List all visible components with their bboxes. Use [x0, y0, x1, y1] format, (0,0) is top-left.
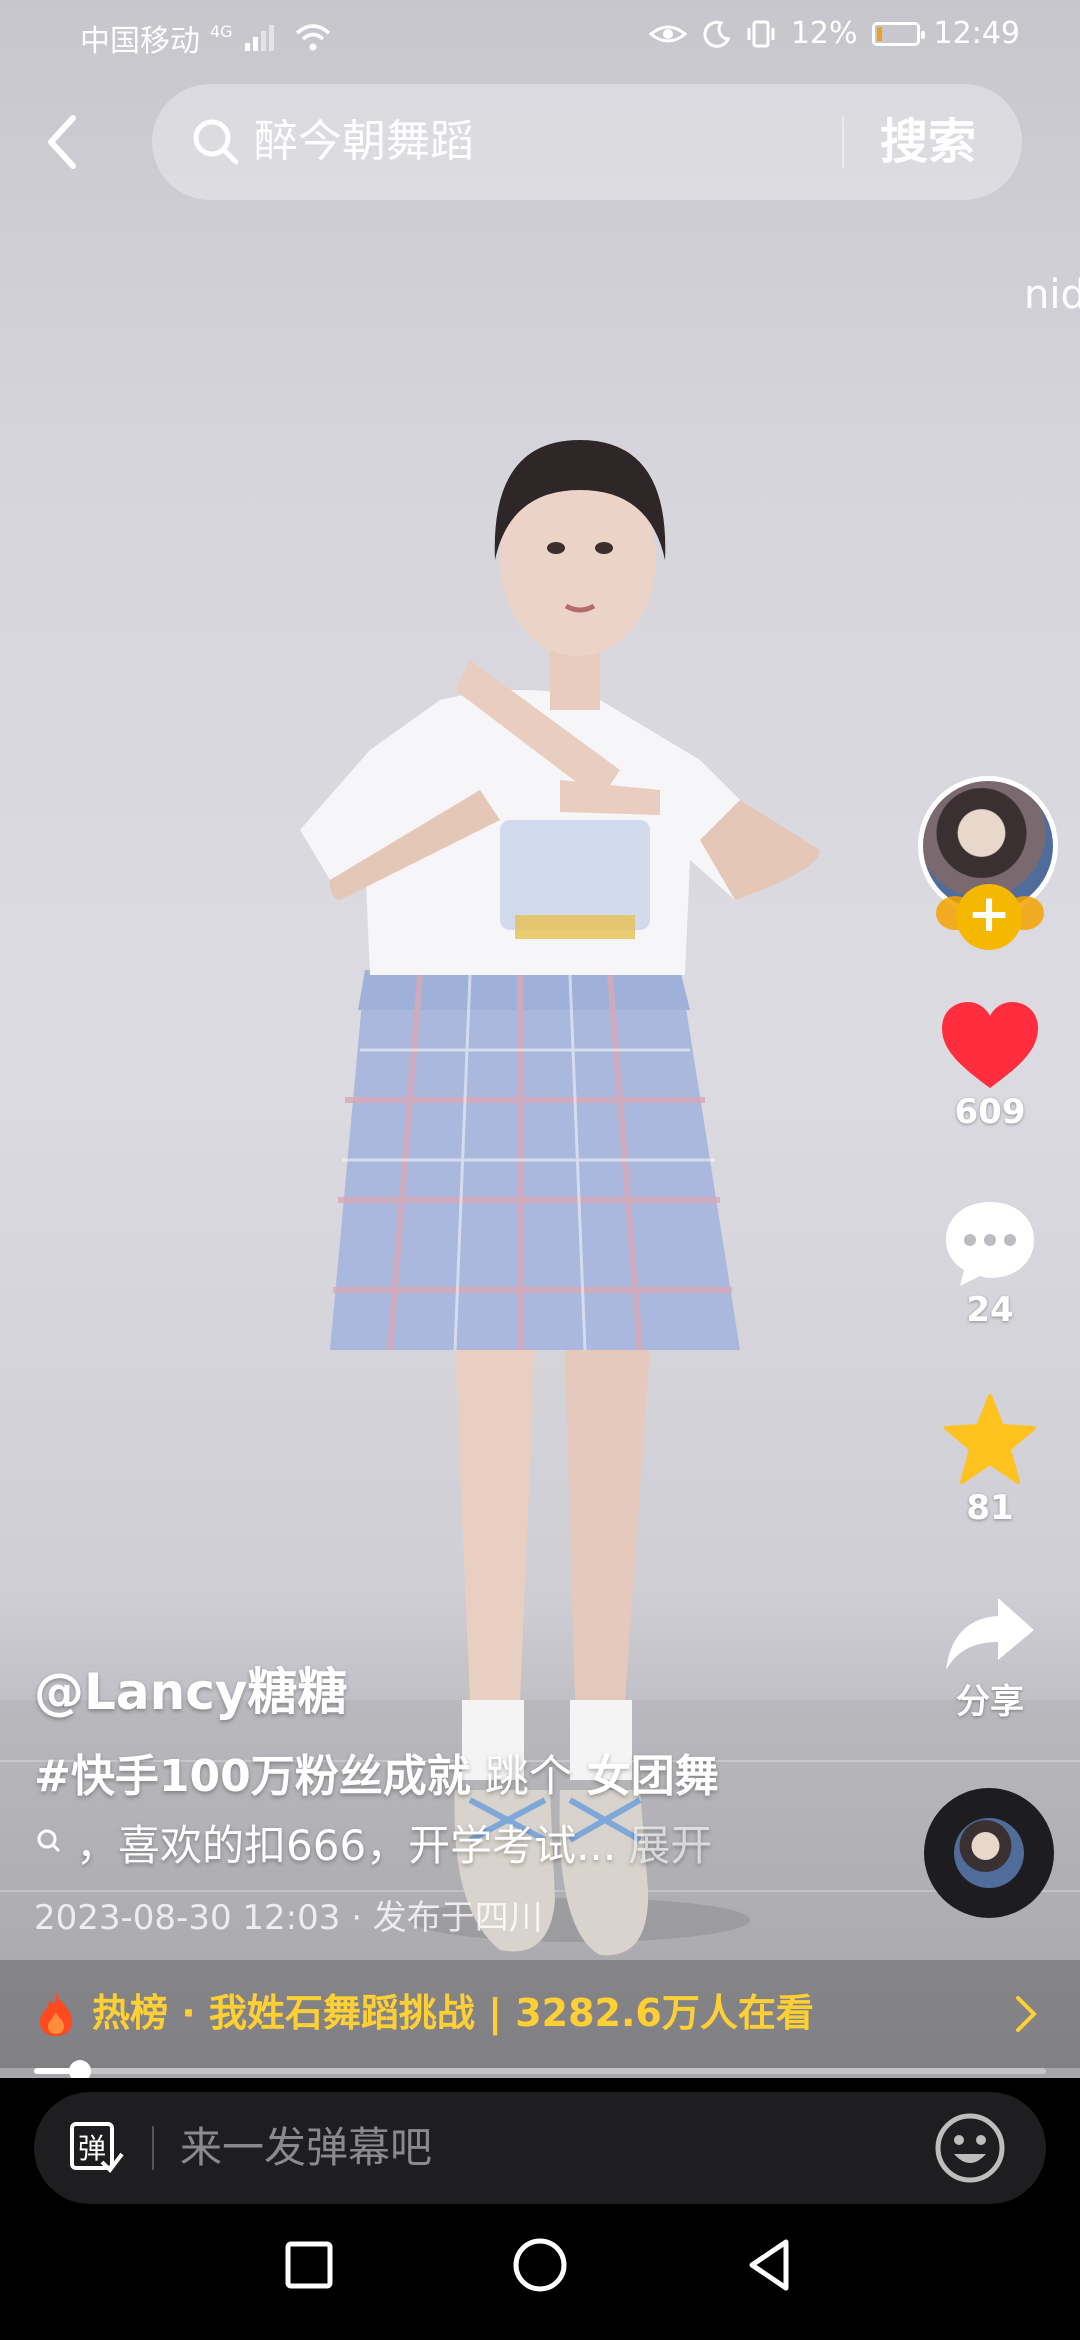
title-text: 跳个: [484, 1751, 573, 1802]
do-not-disturb-moon-icon: [703, 20, 731, 48]
like-count: 609: [954, 1092, 1026, 1132]
music-disc[interactable]: [924, 1788, 1054, 1918]
eye-comfort-icon: [648, 25, 687, 42]
network-type-label: 4G: [210, 21, 233, 41]
home-icon[interactable]: [505, 2230, 575, 2300]
search-icon: [193, 119, 239, 165]
battery-icon: [871, 21, 925, 46]
system-nav-bar: [0, 2190, 1080, 2340]
post-description[interactable]: ，喜欢的扣666，开学考试... 展开: [34, 1812, 712, 1873]
comment-count: 24: [966, 1290, 1014, 1330]
fire-icon: [40, 1992, 72, 2036]
expand-link[interactable]: 展开: [628, 1812, 712, 1873]
hot-list-banner[interactable]: 热榜 · 我姓石舞蹈挑战 | 3282.6万人在看: [0, 1960, 1080, 2068]
hot-list-text: 热榜 · 我姓石舞蹈挑战 | 3282.6万人在看: [92, 1991, 814, 2035]
emoji-icon[interactable]: [934, 2112, 1006, 2184]
tag-keyword[interactable]: 女团舞: [587, 1751, 719, 1802]
video-progress-bar[interactable]: [34, 2060, 1046, 2082]
edge-clipped-text: nid: [1024, 272, 1080, 318]
author-name[interactable]: @Lancy糖糖: [34, 1652, 347, 1724]
back-arrow-icon: [48, 115, 76, 169]
danmaku-toggle-icon[interactable]: 弹: [68, 2120, 126, 2176]
share-arrow-icon: [946, 1598, 1034, 1670]
system-back-icon[interactable]: [736, 2230, 806, 2300]
description-text: ，喜欢的扣666，开学考试...: [76, 1821, 617, 1870]
danmaku-glyph: 弹: [78, 2132, 106, 2165]
like-button[interactable]: 609: [930, 1000, 1050, 1132]
hashtag-link[interactable]: #快手100万粉丝成就: [34, 1751, 471, 1802]
comment-bubble-icon: [946, 1202, 1034, 1286]
search-query[interactable]: 醉今朝舞蹈: [254, 114, 474, 170]
favorite-count: 81: [966, 1488, 1014, 1528]
battery-percent: 12%: [790, 16, 858, 51]
share-button[interactable]: 分享: [930, 1594, 1050, 1723]
back-button[interactable]: [38, 104, 84, 180]
follow-button[interactable]: +: [956, 884, 1022, 950]
video-screen[interactable]: 中国移动 4G 12% 12:49 醉今朝舞蹈 搜索 nid + 609 24 …: [0, 0, 1080, 2340]
search-button[interactable]: 搜索: [880, 110, 976, 174]
chevron-right-icon: [1016, 1996, 1037, 2032]
danmaku-bar: 弹 来一发弹幕吧: [34, 2092, 1046, 2204]
status-bar: 中国移动 4G 12% 12:49: [0, 0, 1080, 72]
search-bar[interactable]: 醉今朝舞蹈 搜索: [152, 84, 1022, 200]
search-icon: [37, 1829, 61, 1852]
favorite-button[interactable]: 81: [930, 1392, 1050, 1528]
share-label: 分享: [956, 1682, 1024, 1722]
clock: 12:49: [933, 16, 1020, 51]
heart-icon: [942, 1002, 1038, 1088]
wifi-icon: [295, 24, 330, 51]
danmaku-divider: [152, 2126, 154, 2170]
carrier-label: 中国移动: [80, 24, 200, 59]
comment-button[interactable]: 24: [930, 1198, 1050, 1330]
post-title: #快手100万粉丝成就 跳个 女团舞: [34, 1740, 719, 1804]
star-icon: [944, 1394, 1036, 1484]
cellular-signal-icon: [244, 25, 274, 51]
music-disc-cover: [954, 1818, 1024, 1888]
post-meta: 2023-08-30 12:03 · 发布于四川: [34, 1898, 543, 1938]
danmaku-input[interactable]: 来一发弹幕吧: [180, 2118, 432, 2178]
recent-apps-icon[interactable]: [274, 2230, 344, 2300]
vibrate-icon: [747, 20, 775, 47]
search-divider: [842, 116, 844, 168]
